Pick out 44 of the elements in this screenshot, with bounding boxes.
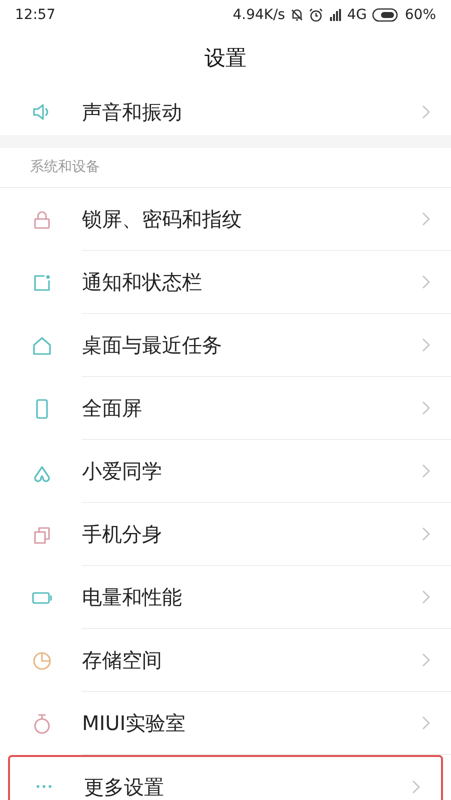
bell-muted-icon	[290, 8, 304, 22]
chevron-icon	[421, 274, 431, 290]
chevron-icon	[421, 715, 431, 731]
status-time: 12:57	[15, 6, 56, 24]
item-label: 通知和状态栏	[82, 269, 203, 296]
item-label: MIUI实验室	[82, 710, 187, 737]
item-label: 更多设置	[84, 774, 165, 800]
chevron-icon	[421, 104, 431, 120]
chevron-icon	[411, 778, 421, 794]
item-label: 锁屏、密码和指纹	[82, 206, 243, 233]
settings-item[interactable]: 小爱同学	[0, 440, 451, 503]
chevron-icon	[421, 526, 431, 542]
alarm-icon	[309, 8, 324, 22]
chevron-icon	[421, 337, 431, 353]
item-label: 桌面与最近任务	[82, 332, 223, 359]
page-title: 设置	[204, 45, 246, 72]
item-label: 声音和振动	[82, 98, 183, 126]
chevron-icon	[421, 463, 431, 479]
settings-item[interactable]: 更多设置	[8, 755, 443, 800]
chevron-icon	[421, 400, 431, 416]
chevron-icon	[421, 652, 431, 668]
more-icon	[36, 785, 52, 788]
chevron-icon	[421, 589, 431, 605]
signal-icon	[328, 8, 342, 22]
section-header: 系统和设备	[30, 158, 100, 177]
settings-item[interactable]: 存储空间	[0, 629, 451, 692]
settings-item[interactable]: 手机分身	[0, 503, 451, 566]
chevron-icon	[421, 211, 431, 227]
settings-item[interactable]: 通知和状态栏	[0, 251, 451, 314]
network-type: 4G	[347, 6, 367, 24]
battery-level: 60%	[404, 6, 436, 24]
network-speed: 4.94K/s	[232, 6, 286, 24]
item-label: 全面屏	[82, 395, 143, 422]
settings-item[interactable]: 电量和性能	[0, 566, 451, 629]
settings-item[interactable]: 声音和振动	[0, 88, 451, 135]
settings-item[interactable]: 桌面与最近任务	[0, 314, 451, 377]
settings-item[interactable]: 锁屏、密码和指纹	[0, 188, 451, 251]
item-label: 小爱同学	[82, 458, 163, 485]
item-label: 电量和性能	[82, 584, 183, 611]
item-label: 存储空间	[82, 647, 163, 674]
battery-icon	[372, 8, 400, 22]
item-label: 手机分身	[82, 521, 163, 548]
settings-item[interactable]: 全面屏	[0, 377, 451, 440]
settings-item[interactable]: MIUI实验室	[0, 692, 451, 755]
